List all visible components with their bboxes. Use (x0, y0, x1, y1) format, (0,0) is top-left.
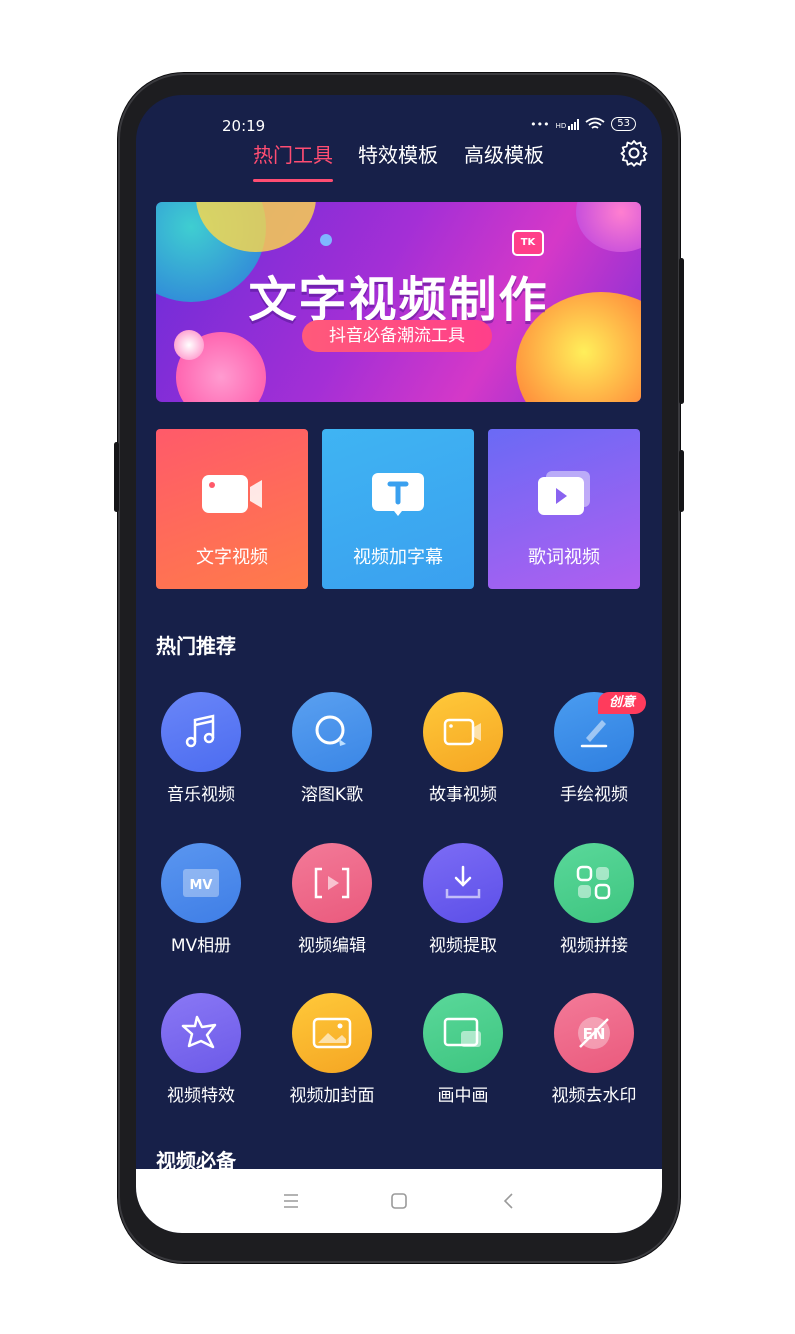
tool-remove-watermark[interactable]: EN 视频去水印 (534, 993, 654, 1113)
feature-card-subtitle[interactable]: 视频加字幕 (322, 429, 474, 589)
battery-indicator: 53 (611, 117, 636, 131)
mv-icon: MV (161, 843, 241, 923)
status-icons: ••• HD 53 (530, 117, 636, 131)
tool-label: 音乐视频 (167, 785, 235, 805)
signal-icon: HD (556, 118, 580, 130)
music-note-icon (161, 692, 241, 772)
tool-label: 画中画 (437, 1086, 489, 1106)
phone-side-button (114, 442, 119, 512)
tool-picture-in-picture[interactable]: 画中画 (403, 993, 523, 1113)
tool-mv-album[interactable]: MV MV相册 (141, 843, 261, 963)
camera-icon (423, 692, 503, 772)
grid-icon (554, 843, 634, 923)
section-title-hot: 热门推荐 (156, 634, 236, 658)
tool-label: 视频拼接 (560, 936, 628, 956)
signal-label: HD (555, 122, 567, 130)
edit-video-icon (292, 843, 372, 923)
tab-hot-tools[interactable]: 热门工具 (253, 139, 333, 168)
creative-badge: 创意 (598, 692, 646, 714)
pip-icon (423, 993, 503, 1073)
tool-story-video[interactable]: 故事视频 (403, 692, 523, 812)
tab-effect-templates[interactable]: 特效模板 (358, 139, 438, 168)
more-dots-icon: ••• (530, 117, 550, 131)
feature-card-label: 视频加字幕 (353, 547, 443, 568)
tool-label: 视频提取 (429, 936, 497, 956)
tool-label: 视频去水印 (551, 1086, 637, 1106)
tool-blend-karaoke[interactable]: 溶图K歌 (272, 692, 392, 812)
camera-icon (202, 475, 262, 513)
tab-advanced-templates[interactable]: 高级模板 (464, 139, 544, 168)
download-icon (423, 843, 503, 923)
wifi-icon (585, 117, 605, 129)
home-icon[interactable] (387, 1189, 411, 1213)
feature-card-label: 歌词视频 (528, 547, 600, 568)
status-bar: 20:19 ••• HD 53 (136, 95, 662, 135)
tool-label: 手绘视频 (560, 785, 628, 805)
image-icon (292, 993, 372, 1073)
play-icon (538, 471, 590, 515)
svg-text:MV: MV (190, 878, 213, 893)
phone-volume-button (679, 258, 684, 404)
tool-video-edit[interactable]: 视频编辑 (272, 843, 392, 963)
tool-label: 视频编辑 (298, 936, 366, 956)
active-tab-indicator (253, 179, 333, 182)
feature-card-label: 文字视频 (196, 547, 268, 568)
star-icon (161, 993, 241, 1073)
tool-video-extract[interactable]: 视频提取 (403, 843, 523, 963)
tool-label: MV相册 (170, 936, 232, 956)
subtitle-icon (372, 473, 424, 516)
phone-power-button (679, 450, 684, 512)
search-icon (292, 692, 372, 772)
tool-label: 故事视频 (429, 785, 497, 805)
system-nav-bar (136, 1169, 662, 1233)
status-time: 20:19 (222, 117, 266, 135)
top-tabs: 热门工具 特效模板 高级模板 (136, 139, 662, 189)
tv-logo-icon: TK (512, 230, 544, 256)
banner-subtitle: 抖音必备潮流工具 (302, 320, 492, 352)
tool-label: 溶图K歌 (300, 785, 364, 805)
no-watermark-icon: EN (554, 993, 634, 1073)
promo-banner[interactable]: 文字视频制作 抖音必备潮流工具 TK (156, 202, 641, 402)
feature-card-lyrics-video[interactable]: 歌词视频 (488, 429, 640, 589)
feature-card-text-video[interactable]: 文字视频 (156, 429, 308, 589)
tool-music-video[interactable]: 音乐视频 (141, 692, 261, 812)
app-screen: 20:19 ••• HD 53 热门工具 特效模板 高级模板 文字视频制作 抖音… (136, 95, 662, 1233)
tool-video-effects[interactable]: 视频特效 (141, 993, 261, 1113)
menu-icon[interactable] (279, 1189, 303, 1213)
tool-label: 视频特效 (167, 1086, 235, 1106)
back-icon[interactable] (497, 1189, 521, 1213)
tool-label: 视频加封面 (289, 1086, 375, 1106)
gear-icon[interactable] (620, 139, 648, 167)
tool-video-cover[interactable]: 视频加封面 (272, 993, 392, 1113)
tool-video-stitch[interactable]: 视频拼接 (534, 843, 654, 963)
